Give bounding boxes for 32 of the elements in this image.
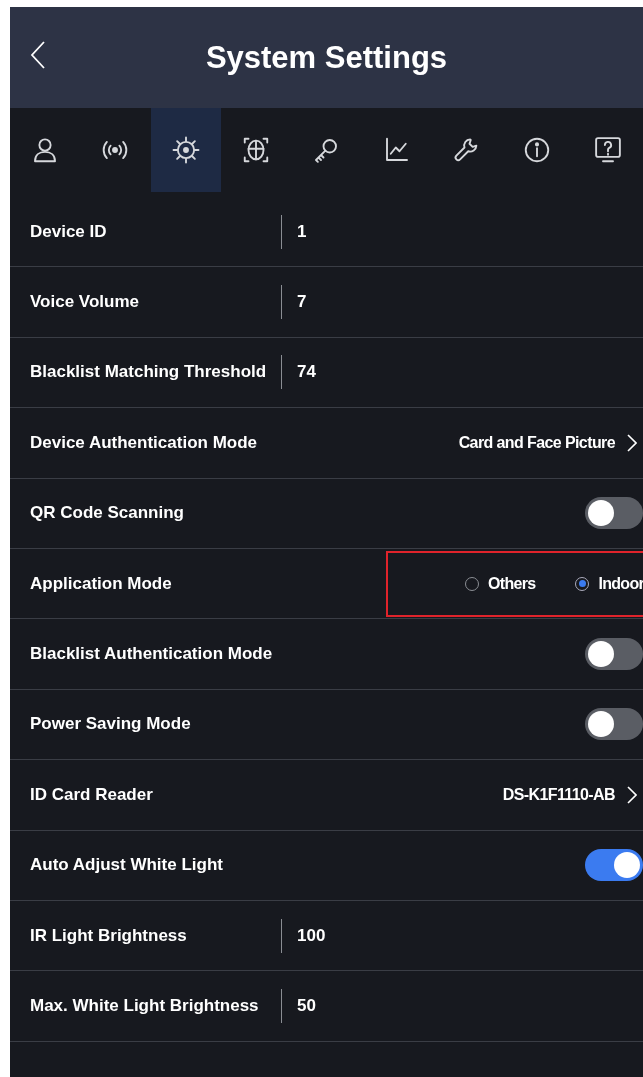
- setting-label: Auto Adjust White Light: [30, 855, 224, 876]
- chevron-icon[interactable]: [627, 433, 637, 452]
- back-icon[interactable]: [30, 40, 46, 70]
- setting-value: 7: [297, 292, 308, 313]
- radio-option[interactable]: Others: [465, 574, 536, 593]
- radio-option[interactable]: Indoor: [575, 574, 643, 593]
- setting-label: Max. White Light Brightness: [30, 996, 260, 1016]
- chevron-icon[interactable]: [627, 785, 637, 804]
- setting-value: 100: [297, 925, 327, 946]
- tab[interactable]: [150, 108, 221, 192]
- setting-value: Card and Face Picture: [458, 433, 615, 452]
- page-title: System Settings: [205, 39, 448, 76]
- toggle-switch[interactable]: [585, 497, 643, 530]
- toggle-switch[interactable]: [585, 638, 643, 671]
- setting-value: 1: [297, 221, 308, 242]
- setting-label: Voice Volume: [30, 292, 140, 313]
- setting-label: IR Light Brightness: [30, 925, 188, 946]
- toggle-switch[interactable]: [585, 849, 643, 882]
- setting-label: QR Code Scanning: [30, 503, 185, 524]
- setting-label: Power Saving Mode: [30, 714, 192, 735]
- setting-value: 74: [297, 362, 317, 383]
- setting-value: 50: [297, 996, 317, 1016]
- setting-label: Application Mode: [30, 573, 173, 594]
- setting-label: Device ID: [30, 221, 108, 242]
- setting-label: Device Authentication Mode: [30, 432, 258, 453]
- help-monitor-icon: [592, 135, 623, 165]
- gear-icon: [170, 135, 201, 165]
- setting-label: Blacklist Authentication Mode: [30, 644, 274, 665]
- toggle-switch[interactable]: [585, 708, 643, 741]
- setting-label: ID Card Reader: [30, 784, 154, 805]
- setting-value: DS-K1F1110-AB: [502, 785, 615, 804]
- setting-label: Blacklist Matching Threshold: [30, 362, 268, 383]
